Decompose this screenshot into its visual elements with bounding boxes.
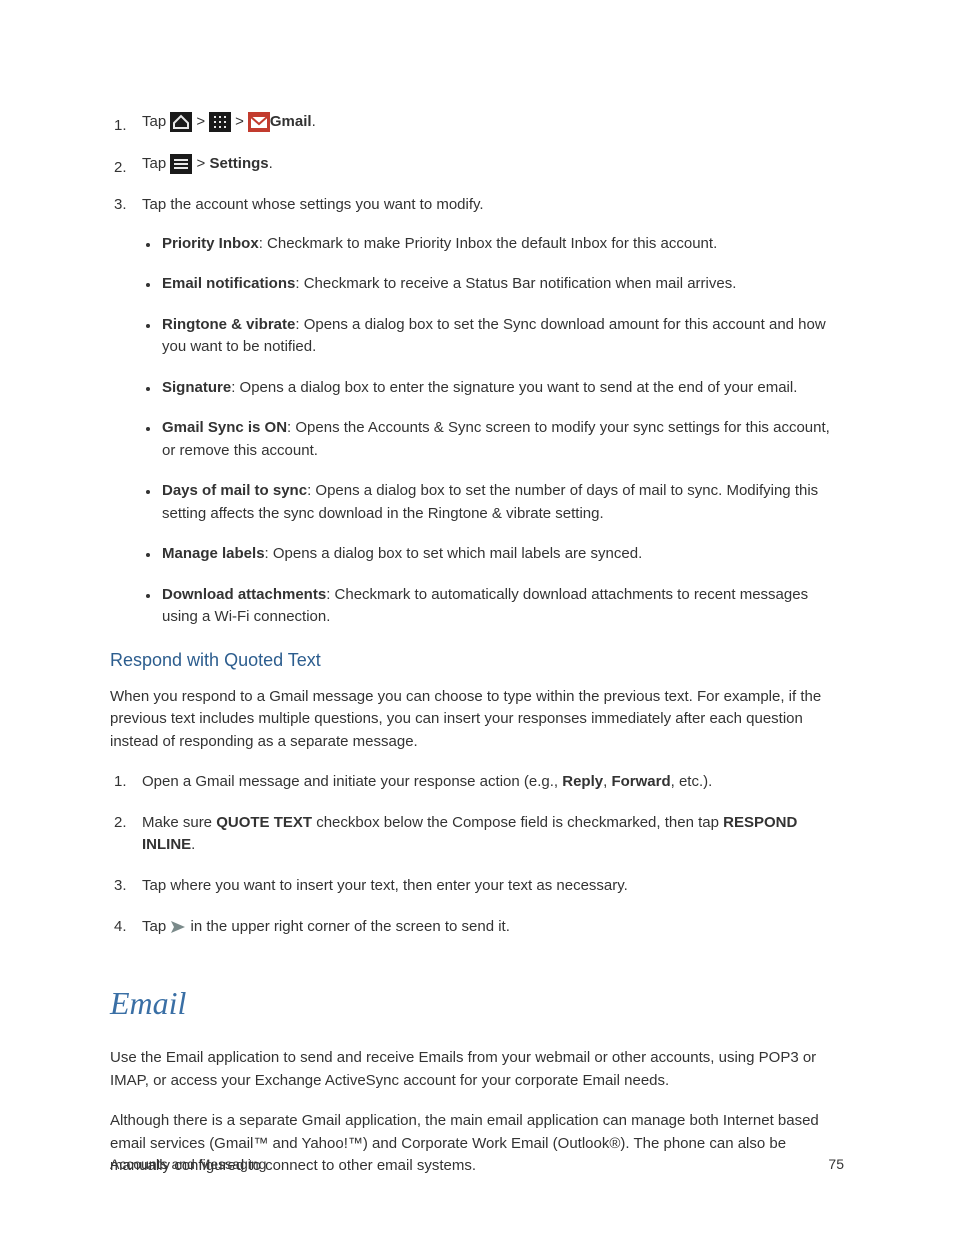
option-download-attachments: Download attachments: Checkmark to autom… [142,584,844,629]
footer-page-number: 75 [828,1154,844,1175]
forward-label: Forward [611,773,670,790]
option-gmail-sync: Gmail Sync is ON: Opens the Accounts & S… [142,417,844,462]
step-2-tap: Tap [142,155,170,172]
option-text: : Checkmark to make Priority Inbox the d… [259,235,718,252]
option-text: : Checkmark to receive a Status Bar noti… [295,275,736,292]
option-ringtone-vibrate: Ringtone & vibrate: Opens a dialog box t… [142,314,844,359]
respond-quoted-heading: Respond with Quoted Text [110,647,844,674]
step-2: Tap > Settings. [114,152,844,176]
option-manage-labels: Manage labels: Opens a dialog box to set… [142,543,844,566]
option-days-to-sync: Days of mail to sync: Opens a dialog box… [142,480,844,525]
option-signature: Signature: Opens a dialog box to enter t… [142,377,844,400]
q4-a: Tap [142,918,170,935]
option-label: Gmail Sync is ON [162,419,287,436]
menu-icon [170,154,192,174]
option-text: : Opens a dialog box to enter the signat… [231,379,797,396]
q1-a: Open a Gmail message and initiate your r… [142,773,562,790]
gmail-label: Gmail [270,113,312,130]
step-1: Tap > > Gmail. [114,110,844,134]
gmail-icon [248,112,270,132]
reply-label: Reply [562,773,603,790]
option-label: Priority Inbox [162,235,259,252]
step-3-text: Tap the account whose settings you want … [142,196,484,213]
option-label: Email notifications [162,275,295,292]
separator-2: > [235,110,244,134]
step-2-sep: > [192,155,209,172]
q4-b: in the upper right corner of the screen … [186,918,510,935]
settings-options: Priority Inbox: Checkmark to make Priori… [142,233,844,629]
respond-quoted-paragraph: When you respond to a Gmail message you … [110,686,844,754]
option-label: Ringtone & vibrate [162,316,295,333]
respond-quoted-steps: Open a Gmail message and initiate your r… [114,771,844,939]
gmail-settings-steps: Tap > > Gmail. Tap > Settings. Tap the a… [114,110,844,629]
step-3: Tap the account whose settings you want … [114,194,844,629]
option-label: Signature [162,379,231,396]
home-icon [170,112,192,132]
quoted-step-3: Tap where you want to insert your text, … [114,875,844,898]
option-text: : Opens a dialog box to set which mail l… [265,545,643,562]
quoted-step-1: Open a Gmail message and initiate your r… [114,771,844,794]
quoted-step-2: Make sure QUOTE TEXT checkbox below the … [114,812,844,857]
q3-text: Tap where you want to insert your text, … [142,877,628,894]
page-footer: Accounts and Messaging 75 [110,1154,844,1175]
separator-1: > [196,110,205,134]
q1-b: , etc.). [671,773,713,790]
q2-b: checkbox below the Compose field is chec… [312,814,723,831]
option-email-notifications: Email notifications: Checkmark to receiv… [142,273,844,296]
option-label: Download attachments [162,586,326,603]
email-heading: Email [110,979,844,1027]
option-priority-inbox: Priority Inbox: Checkmark to make Priori… [142,233,844,256]
settings-label: Settings [209,155,268,172]
step-1-tap: Tap [142,113,170,130]
footer-section-name: Accounts and Messaging [110,1154,266,1175]
q2-a: Make sure [142,814,216,831]
step-1-suffix: . [312,113,316,130]
option-label: Manage labels [162,545,265,562]
email-paragraph-1: Use the Email application to send and re… [110,1047,844,1092]
q2-c: . [191,836,195,853]
quote-text-label: QUOTE TEXT [216,814,312,831]
send-icon [170,920,186,934]
option-label: Days of mail to sync [162,482,307,499]
step-2-suffix: . [269,155,273,172]
quoted-step-4: Tap in the upper right corner of the scr… [114,915,844,939]
apps-icon [209,112,231,132]
